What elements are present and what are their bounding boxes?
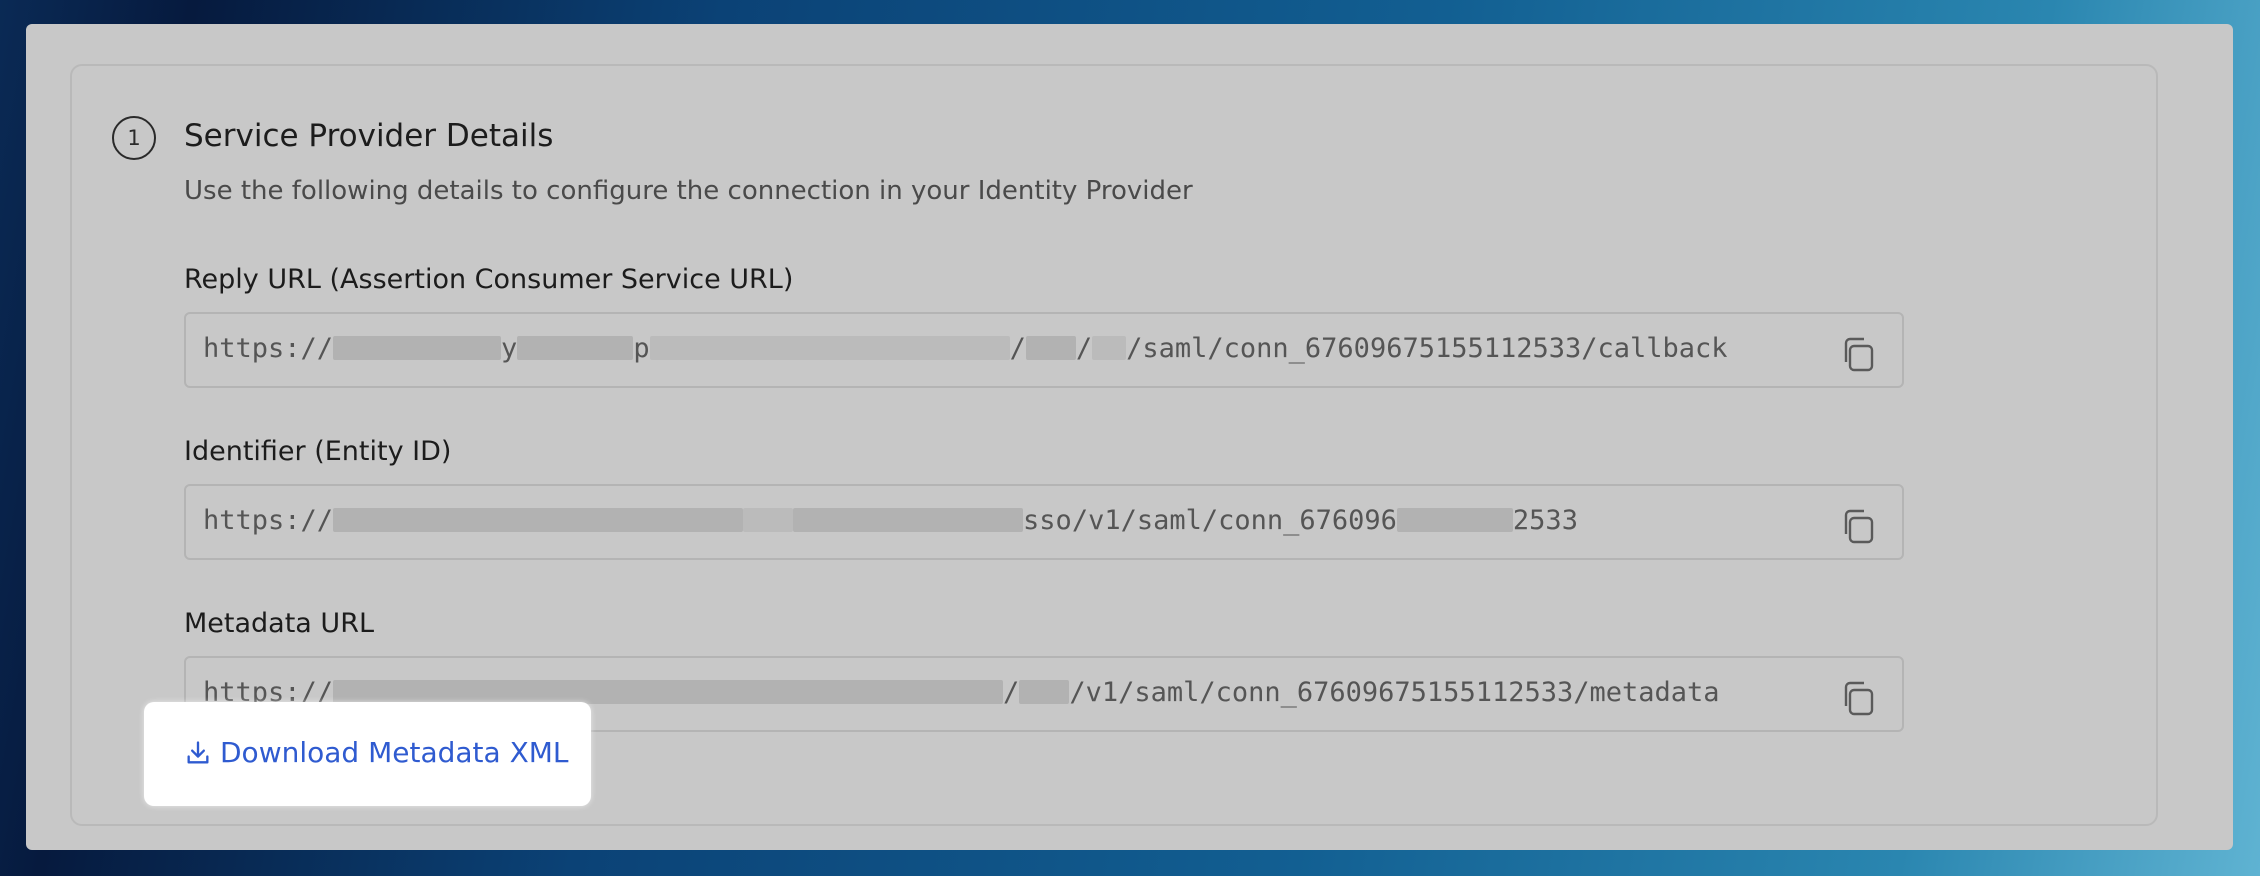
entity-id-label: Identifier (Entity ID) (184, 436, 452, 467)
redacted-text (333, 679, 1004, 704)
copy-entity-id-button[interactable] (1838, 506, 1878, 546)
entity-id-field[interactable]: https:// sso/v1/saml/conn_676096 2533 (184, 484, 1904, 560)
section-subtitle: Use the following details to configure t… (184, 176, 1193, 206)
redacted-text (649, 335, 1010, 360)
redacted-text (1019, 679, 1070, 704)
step-number: 1 (127, 126, 141, 150)
copy-metadata-url-button[interactable] (1838, 678, 1878, 718)
url-prefix: https:// (203, 333, 334, 364)
url-part: 2533 (1512, 505, 1578, 536)
redacted-text (793, 507, 1024, 532)
redacted-text (1025, 335, 1076, 360)
copy-icon (1844, 681, 1874, 716)
url-part: sso/v1/saml/conn_676096 (1023, 505, 1397, 536)
redacted-text (517, 335, 634, 360)
reply-url-field[interactable]: https:// y p / / /saml/conn_67609675155112533… (184, 312, 1904, 388)
copy-reply-url-button[interactable] (1838, 334, 1878, 374)
download-label: Download Metadata XML (220, 736, 569, 769)
step-number-badge: 1 (112, 116, 156, 160)
url-part: /saml/conn_67609675155112533/callback (1126, 333, 1728, 364)
redacted-text (333, 507, 744, 532)
copy-icon (1844, 337, 1874, 372)
url-part: p (633, 333, 650, 364)
reply-url-label: Reply URL (Assertion Consumer Service UR… (184, 264, 794, 295)
url-part: / (1003, 677, 1020, 708)
url-prefix: https:// (203, 505, 334, 536)
redacted-text (1092, 335, 1127, 360)
download-icon (187, 740, 209, 763)
metadata-url-label: Metadata URL (184, 608, 375, 639)
url-part: / (1009, 333, 1026, 364)
redacted-text (1396, 507, 1513, 532)
redacted-text (743, 507, 794, 532)
entity-id-value: https:// sso/v1/saml/conn_676096 2533 (203, 505, 1578, 536)
copy-icon (1844, 509, 1874, 544)
redacted-text (333, 335, 502, 360)
url-part: /v1/saml/conn_67609675155112533/metadata (1069, 677, 1720, 708)
url-part: / (1075, 333, 1093, 364)
download-metadata-xml-link[interactable]: Download Metadata XML (184, 736, 569, 769)
reply-url-value: https:// y p / / /saml/conn_67609675155112533… (203, 333, 1728, 364)
url-part: y (501, 333, 518, 364)
section-title: Service Provider Details (184, 118, 554, 154)
